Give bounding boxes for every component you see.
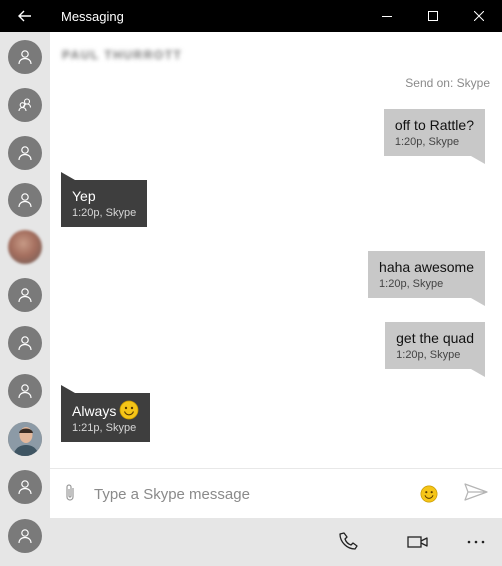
attach-button[interactable] (64, 483, 76, 508)
more-options-button[interactable] (462, 530, 490, 554)
contact-avatar[interactable] (8, 470, 42, 504)
message-bubble-incoming: Yep 1:20p, Skype (61, 172, 148, 227)
contact-photo-avatar[interactable] (8, 230, 42, 264)
action-bar (50, 518, 502, 566)
more-dots-icon (467, 540, 485, 544)
contact-avatar[interactable] (8, 374, 42, 408)
message-text: haha awesome (379, 259, 474, 275)
message-bubble-outgoing: haha awesome 1:20p, Skype (368, 251, 485, 306)
close-icon (474, 11, 484, 21)
message-input[interactable] (94, 482, 404, 506)
person-photo-icon (8, 422, 42, 456)
group-contact-avatar[interactable] (8, 88, 42, 122)
person-icon (18, 50, 32, 65)
maximize-button[interactable] (410, 0, 456, 32)
message-text: Always (72, 403, 117, 419)
person-icon (18, 146, 32, 161)
contact-avatar[interactable] (8, 40, 42, 74)
phone-icon (339, 532, 358, 550)
smiley-emoji-icon (119, 400, 139, 420)
message-text-row: Always (72, 400, 139, 420)
person-icon (18, 193, 32, 208)
send-on-selector[interactable]: Send on: Skype (405, 76, 490, 90)
message-timestamp: 1:20p, Skype (396, 349, 461, 361)
contact-photo-avatar[interactable] (8, 422, 42, 456)
conversation-pane: PAUL THURROTT Send on: Skype off to Ratt… (50, 32, 502, 566)
person-icon (18, 336, 32, 351)
minimize-icon (382, 16, 392, 17)
person-icon (18, 480, 32, 495)
message-text: get the quad (396, 330, 474, 346)
message-text: off to Rattle? (394, 117, 474, 133)
message-bubble-incoming: Always 1:21p, Skype (61, 385, 151, 442)
message-timestamp: 1:20p, Skype (379, 278, 444, 290)
contact-avatar[interactable] (8, 278, 42, 312)
contact-avatar[interactable] (8, 183, 42, 217)
person-icon (18, 384, 32, 399)
window-controls (364, 0, 502, 32)
message-text: Yep (72, 188, 96, 204)
message-timestamp: 1:20p, Skype (72, 207, 137, 219)
contact-avatar[interactable] (8, 519, 42, 553)
emoji-button[interactable] (420, 485, 438, 508)
person-icon (18, 529, 32, 544)
maximize-icon (428, 11, 438, 21)
back-button[interactable] (0, 0, 50, 32)
send-icon (464, 483, 488, 501)
minimize-button[interactable] (364, 0, 410, 32)
contact-name: PAUL THURROTT (62, 48, 183, 62)
conversation-sidebar (0, 32, 50, 566)
smiley-icon (420, 485, 438, 503)
group-icon (18, 98, 32, 112)
video-call-button[interactable] (404, 530, 432, 554)
person-icon (18, 288, 32, 303)
contact-avatar[interactable] (8, 326, 42, 360)
message-bubble-outgoing: get the quad 1:20p, Skype (385, 322, 485, 377)
close-button[interactable] (456, 0, 502, 32)
paperclip-icon (66, 484, 74, 501)
call-button[interactable] (336, 530, 364, 554)
contact-avatar[interactable] (8, 136, 42, 170)
video-camera-icon (407, 536, 428, 548)
message-timestamp: 1:21p, Skype (72, 422, 137, 434)
window-title: Messaging (61, 8, 124, 24)
message-composer (50, 468, 502, 518)
back-arrow-icon (18, 10, 31, 22)
message-bubble-outgoing: off to Rattle? 1:20p, Skype (383, 109, 486, 164)
title-bar: Messaging (0, 0, 502, 32)
message-timestamp: 1:20p, Skype (394, 136, 460, 148)
send-button[interactable] (464, 483, 488, 506)
